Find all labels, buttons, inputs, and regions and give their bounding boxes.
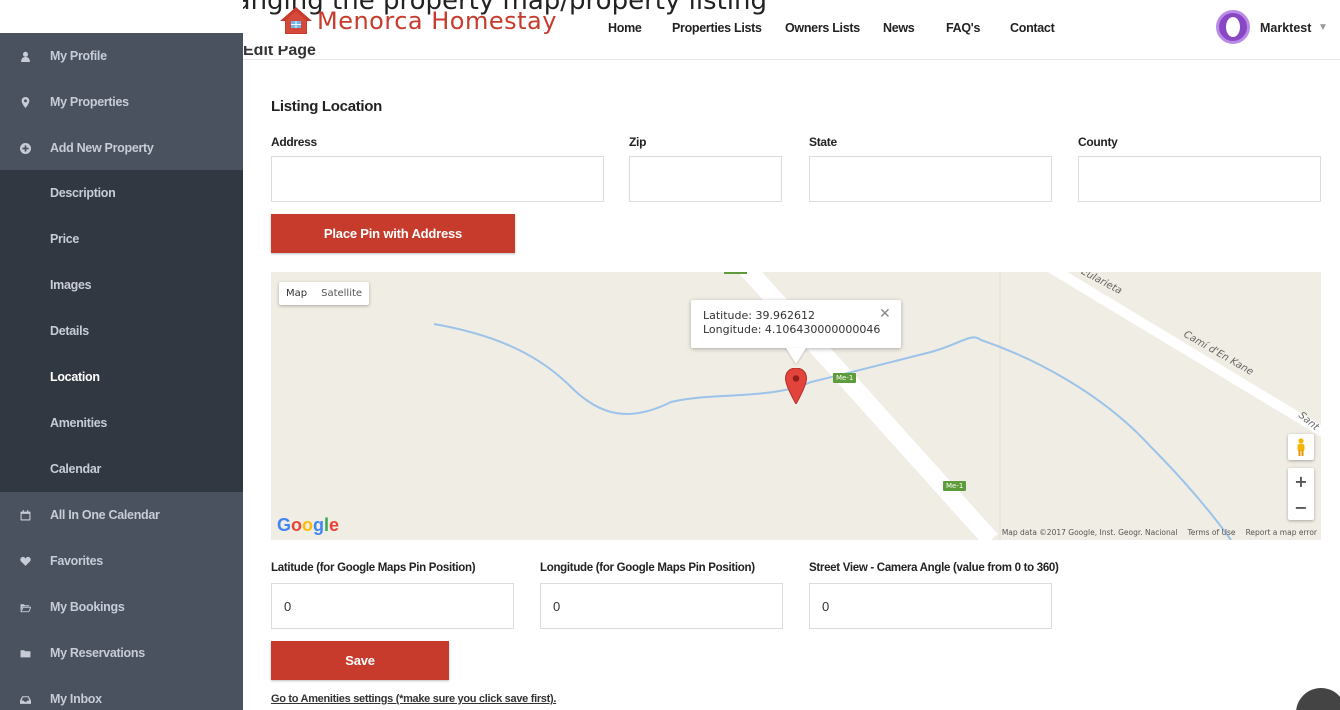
address-label: Address [271, 135, 317, 149]
sidebar-item-my-reservations[interactable]: My Reservations [0, 630, 243, 676]
sidebar-item-my-properties[interactable]: My Properties [0, 79, 243, 125]
floating-action-button[interactable] [1296, 688, 1340, 710]
nav-news[interactable]: News [883, 21, 915, 35]
logo-text: Menorca Homestay [317, 7, 557, 35]
info-latitude: Latitude: 39.962612 [703, 309, 815, 322]
zip-field[interactable] [629, 156, 782, 202]
map-footer: Map data ©2017 Google, Inst. Geogr. Naci… [1002, 528, 1317, 537]
sidebar-item-my-bookings[interactable]: My Bookings [0, 584, 243, 630]
map-report-link[interactable]: Report a map error [1246, 528, 1317, 537]
info-longitude: Longitude: 4.106430000000046 [703, 323, 881, 336]
longitude-field[interactable]: 0 [540, 583, 783, 629]
zoom-control[interactable]: + − [1288, 468, 1314, 520]
street-view-pegman-icon[interactable] [1288, 434, 1314, 460]
zoom-out-button[interactable]: − [1288, 494, 1314, 520]
longitude-label: Longitude (for Google Maps Pin Position) [540, 562, 755, 574]
map-terms-link[interactable]: Terms of Use [1187, 528, 1235, 537]
latitude-label: Latitude (for Google Maps Pin Position) [271, 562, 476, 574]
map-info-window: Latitude: 39.962612 Longitude: 4.1064300… [691, 300, 901, 348]
road-shield-me1-2: Me-1 [943, 481, 967, 491]
address-field[interactable] [271, 156, 604, 202]
section-title: Listing Location [271, 98, 383, 115]
sidebar-subitem-location[interactable]: Location [0, 354, 243, 400]
inbox-icon [0, 694, 50, 705]
nav-contact[interactable]: Contact [1010, 21, 1055, 35]
sidebar-subitem-description[interactable]: Description [0, 170, 243, 216]
map-pin-icon[interactable] [785, 368, 807, 404]
google-map[interactable]: Map Satellite Eularieta Camí d'En Kane S… [271, 272, 1321, 540]
sidebar-item-my-profile[interactable]: My Profile [0, 33, 243, 79]
chevron-down-icon[interactable]: ▼ [1318, 22, 1328, 33]
close-icon[interactable]: ✕ [879, 306, 891, 322]
place-pin-button[interactable]: Place Pin with Address [271, 214, 515, 253]
folder-open-icon [0, 602, 50, 613]
county-label: County [1078, 135, 1118, 149]
house-logo-icon [280, 7, 312, 34]
nav-faq[interactable]: FAQ's [946, 21, 980, 35]
county-field[interactable] [1078, 156, 1321, 202]
state-label: State [809, 135, 837, 149]
state-field[interactable] [809, 156, 1052, 202]
map-type-satellite[interactable]: Satellite [314, 282, 369, 305]
map-attribution: Map data ©2017 Google, Inst. Geogr. Naci… [1001, 528, 1178, 537]
sidebar-item-my-inbox[interactable]: My Inbox [0, 676, 243, 710]
nav-properties-lists[interactable]: Properties Lists [672, 21, 762, 35]
road-shield-me1: Me-1 [833, 373, 857, 383]
goto-amenities-link[interactable]: Go to Amenities settings (*make sure you… [271, 693, 556, 705]
sidebar: My Profile My Properties Add New Propert… [0, 0, 243, 710]
sidebar-subitem-amenities[interactable]: Amenities [0, 400, 243, 446]
logo[interactable]: Menorca Homestay [279, 6, 557, 36]
google-logo: Google [277, 515, 340, 535]
plus-circle-icon [0, 142, 50, 154]
nav-home[interactable]: Home [608, 21, 642, 35]
user-menu-name[interactable]: Marktest [1260, 21, 1311, 35]
save-button[interactable]: Save [271, 641, 449, 680]
camera-angle-field[interactable]: 0 [809, 583, 1052, 629]
user-icon [0, 51, 50, 62]
sidebar-subitem-details[interactable]: Details [0, 308, 243, 354]
map-marker-icon [0, 96, 50, 108]
map-type-map[interactable]: Map [279, 282, 314, 305]
page-title: Edit Page [243, 46, 316, 59]
sidebar-item-all-in-one-calendar[interactable]: All In One Calendar [0, 492, 243, 538]
latitude-field[interactable]: 0 [271, 583, 514, 629]
sidebar-item-add-new-property[interactable]: Add New Property [0, 125, 243, 171]
zoom-in-button[interactable]: + [1288, 468, 1314, 494]
sidebar-item-favorites[interactable]: Favorites [0, 538, 243, 584]
sidebar-subitem-calendar[interactable]: Calendar [0, 446, 243, 492]
calendar-icon [0, 509, 50, 521]
top-header: Menorca Homestay Home Properties Lists O… [243, 0, 1340, 60]
camera-angle-label: Street View - Camera Angle (value from 0… [809, 562, 1059, 574]
sidebar-subitem-images[interactable]: Images [0, 262, 243, 308]
map-type-control[interactable]: Map Satellite [279, 282, 370, 305]
zip-label: Zip [629, 135, 647, 149]
heart-icon [0, 556, 50, 567]
nav-owners-lists[interactable]: Owners Lists [785, 21, 860, 35]
avatar[interactable] [1216, 10, 1250, 44]
sidebar-subitem-price[interactable]: Price [0, 216, 243, 262]
folder-icon [0, 648, 50, 659]
